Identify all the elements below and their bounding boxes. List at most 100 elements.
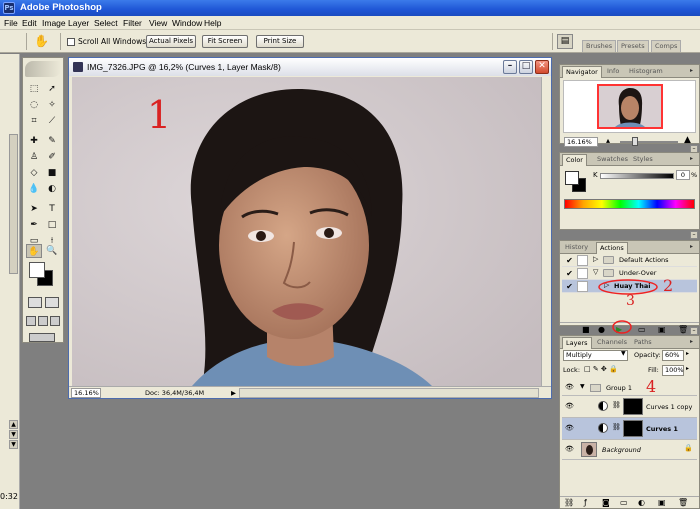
slice-tool-icon[interactable]: ⟋: [44, 114, 60, 128]
dodge-tool-icon[interactable]: ◐: [44, 182, 60, 196]
tab-swatches[interactable]: Swatches: [594, 154, 631, 166]
quick-mask-mode-icon[interactable]: [45, 297, 59, 308]
zoom-in-icon[interactable]: ▲: [684, 135, 691, 145]
layer-style-icon[interactable]: ƒ: [584, 498, 587, 507]
jump-to-imageready-icon[interactable]: [29, 333, 55, 342]
eraser-tool-icon[interactable]: ◇: [26, 166, 42, 180]
panel-menu-arrow-icon[interactable]: ▸: [687, 243, 696, 251]
opacity-arrow-icon[interactable]: ▸: [686, 350, 689, 357]
document-title-bar[interactable]: IMG_7326.JPG @ 16,2% (Curves 1, Layer Ma…: [69, 58, 551, 76]
chevron-down-icon[interactable]: ▼: [621, 350, 626, 357]
link-icon[interactable]: ⛓: [612, 401, 621, 409]
document-horizontal-scrollbar[interactable]: [239, 388, 539, 398]
panel-menu-arrow-icon[interactable]: ▸: [687, 67, 696, 75]
minimize-button[interactable]: –: [503, 60, 517, 74]
color-spectrum-bar[interactable]: [564, 199, 695, 209]
add-mask-icon[interactable]: ◙: [602, 498, 610, 507]
standard-mode-icon[interactable]: [28, 297, 42, 308]
action-toggle-check-icon[interactable]: ✔: [564, 268, 575, 279]
marquee-tool-icon[interactable]: ⬚: [26, 82, 42, 96]
image-canvas[interactable]: 1: [72, 77, 541, 386]
action-dialog-toggle[interactable]: [577, 255, 588, 266]
fill-field[interactable]: 100%: [662, 365, 684, 376]
file-browser-icon[interactable]: ▤: [557, 34, 573, 49]
path-selection-tool-icon[interactable]: ➤: [26, 202, 42, 216]
tab-actions[interactable]: Actions: [596, 242, 628, 254]
print-size-button[interactable]: Print Size: [256, 35, 304, 48]
blur-tool-icon[interactable]: 💧: [26, 182, 42, 196]
navigator-view-box[interactable]: [597, 84, 663, 129]
layer-row[interactable]: 👁 ⛓ Curves 1 copy: [562, 396, 697, 418]
screen-mode-standard-icon[interactable]: [26, 316, 36, 326]
background-layer-row[interactable]: 👁 Background 🔒: [562, 440, 697, 460]
tab-layers[interactable]: Layers: [562, 337, 592, 349]
zoom-out-icon[interactable]: ▴: [606, 136, 610, 145]
menu-filter[interactable]: Filter: [123, 18, 142, 28]
eye-icon[interactable]: 👁: [565, 445, 574, 453]
status-menu-arrow-icon[interactable]: ▶: [231, 389, 236, 397]
crop-tool-icon[interactable]: ⌗: [26, 114, 42, 128]
lasso-tool-icon[interactable]: ◌: [26, 98, 42, 112]
fit-screen-button[interactable]: Fit Screen: [202, 35, 248, 48]
action-dialog-toggle[interactable]: [577, 281, 588, 292]
screen-mode-full-icon[interactable]: [50, 316, 60, 326]
menu-image[interactable]: Image: [42, 18, 66, 28]
well-tab-brushes[interactable]: Brushes: [582, 40, 617, 52]
pen-tool-icon[interactable]: ✒: [26, 218, 42, 232]
record-icon[interactable]: ●: [598, 325, 605, 334]
eye-icon[interactable]: 👁: [565, 402, 574, 410]
new-group-icon[interactable]: ▭: [620, 498, 628, 507]
healing-brush-tool-icon[interactable]: ✚: [26, 134, 42, 148]
collapse-triangle-icon[interactable]: ▽: [593, 268, 598, 276]
k-channel-slider[interactable]: [600, 173, 674, 179]
well-tab-presets[interactable]: Presets: [617, 40, 649, 52]
panel-menu-arrow-icon[interactable]: ▸: [687, 155, 696, 163]
menu-file[interactable]: File: [4, 18, 18, 28]
scroll-down-arrow[interactable]: ▼: [9, 430, 18, 439]
menu-view[interactable]: View: [149, 18, 167, 28]
delete-layer-icon[interactable]: 🗑: [678, 498, 688, 507]
scroll-down-arrow[interactable]: ▼: [9, 440, 18, 449]
action-toggle-check-icon[interactable]: ✔: [564, 255, 575, 266]
eye-icon[interactable]: 👁: [565, 424, 574, 432]
k-value-field[interactable]: 0: [676, 170, 690, 180]
panel-menu-arrow-icon[interactable]: ▸: [687, 338, 696, 346]
gradient-tool-icon[interactable]: ■: [44, 166, 60, 180]
layer-mask-thumbnail[interactable]: [623, 420, 643, 437]
navigator-zoom-field[interactable]: 16.16%: [564, 137, 598, 147]
magic-wand-tool-icon[interactable]: ✧: [44, 98, 60, 112]
new-adjustment-layer-icon[interactable]: ◐: [638, 498, 645, 507]
scroll-up-arrow[interactable]: ▲: [9, 420, 18, 429]
action-set-row[interactable]: ✔ ▷ Default Actions: [562, 254, 697, 267]
collapse-triangle-icon[interactable]: ▼: [580, 383, 585, 390]
navigator-zoom-slider-knob[interactable]: [632, 137, 638, 146]
clone-stamp-tool-icon[interactable]: ♙: [26, 150, 42, 164]
foreground-color-swatch[interactable]: [29, 262, 45, 278]
tab-history[interactable]: History: [562, 242, 591, 254]
navigator-thumbnail[interactable]: [563, 80, 696, 133]
link-icon[interactable]: ⛓: [612, 423, 621, 431]
maximize-button[interactable]: □: [519, 60, 533, 74]
layer-mask-thumbnail[interactable]: [623, 398, 643, 415]
menu-layer[interactable]: Layer: [68, 18, 89, 28]
menu-select[interactable]: Select: [94, 18, 118, 28]
type-tool-icon[interactable]: T: [44, 202, 60, 216]
tab-info[interactable]: Info: [604, 66, 622, 78]
history-brush-tool-icon[interactable]: ✐: [44, 150, 60, 164]
left-scrollbar-thumb[interactable]: [9, 134, 18, 274]
lock-options-icon[interactable]: □ ✎ ✥ 🔒: [584, 365, 618, 373]
link-layers-icon[interactable]: ⛓: [564, 498, 574, 507]
panel-collapse-icon[interactable]: –: [690, 327, 698, 335]
tab-navigator[interactable]: Navigator: [562, 66, 602, 78]
new-layer-icon[interactable]: ▣: [658, 498, 666, 507]
menu-help[interactable]: Help: [204, 18, 221, 28]
expand-triangle-icon[interactable]: ▷: [593, 255, 598, 263]
shape-tool-icon[interactable]: □: [44, 218, 60, 232]
panel-collapse-icon[interactable]: –: [690, 231, 698, 239]
layer-row-selected[interactable]: 👁 ⛓ Curves 1: [562, 418, 697, 440]
well-tab-comps[interactable]: Comps: [651, 40, 682, 52]
eye-icon[interactable]: 👁: [565, 383, 574, 391]
menu-window[interactable]: Window: [172, 18, 202, 28]
fill-arrow-icon[interactable]: ▸: [686, 365, 689, 372]
menu-edit[interactable]: Edit: [22, 18, 37, 28]
